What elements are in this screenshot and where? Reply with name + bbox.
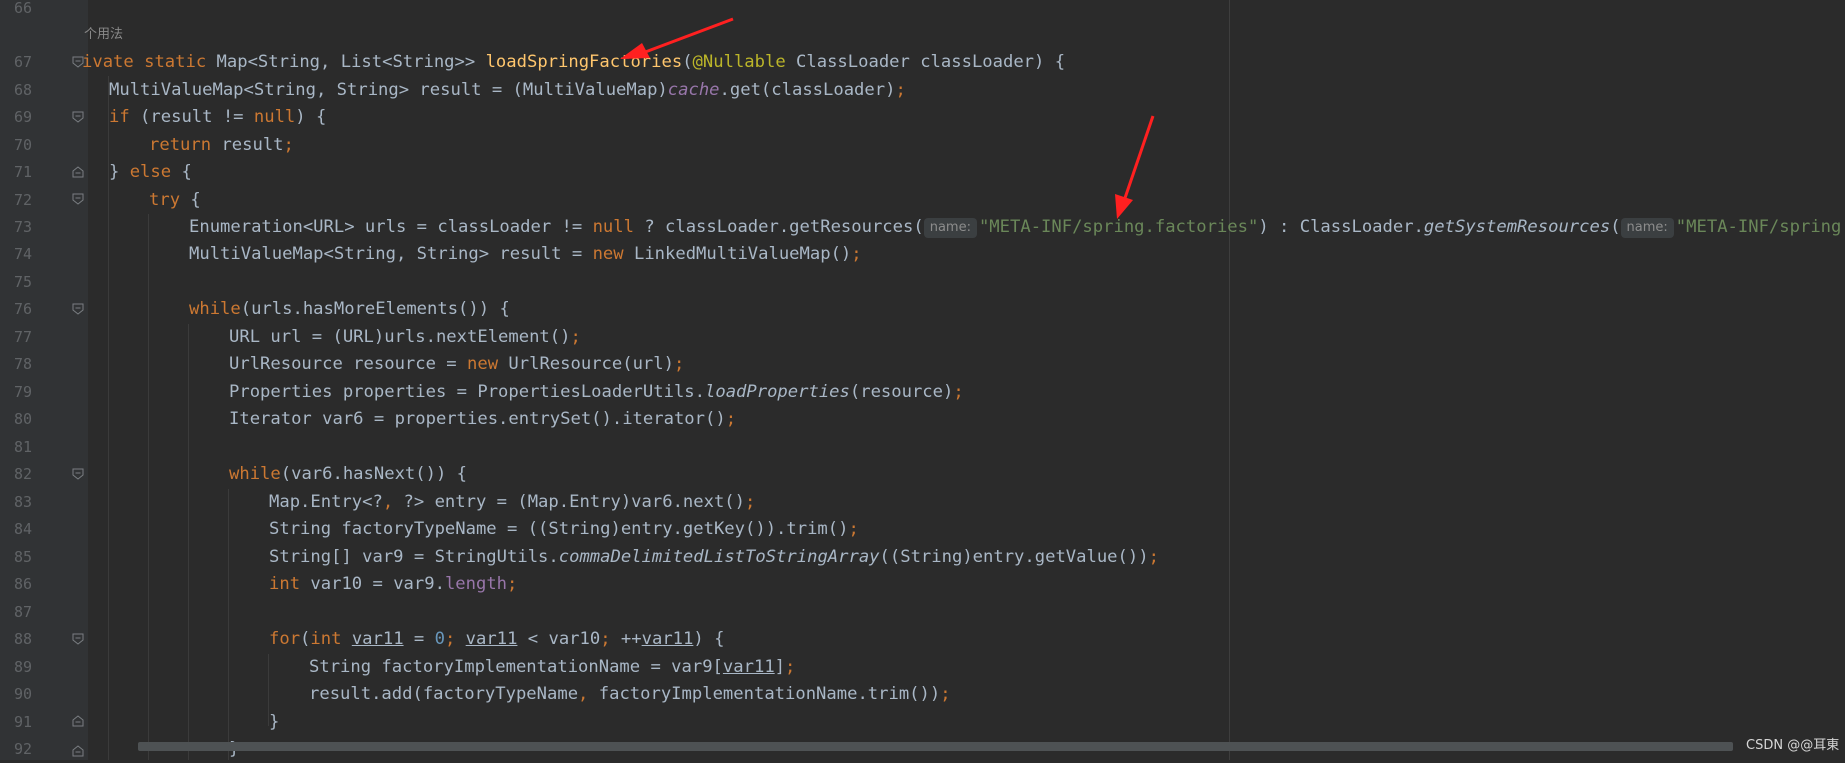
annotation-overlay: [620, 17, 1155, 219]
code-editor[interactable]: 66 67 68 69 70 71 72 73 74 75 76 77 78 7…: [0, 0, 1845, 760]
red-arrow-icon: [1115, 115, 1155, 219]
red-arrow-icon: [620, 17, 734, 59]
